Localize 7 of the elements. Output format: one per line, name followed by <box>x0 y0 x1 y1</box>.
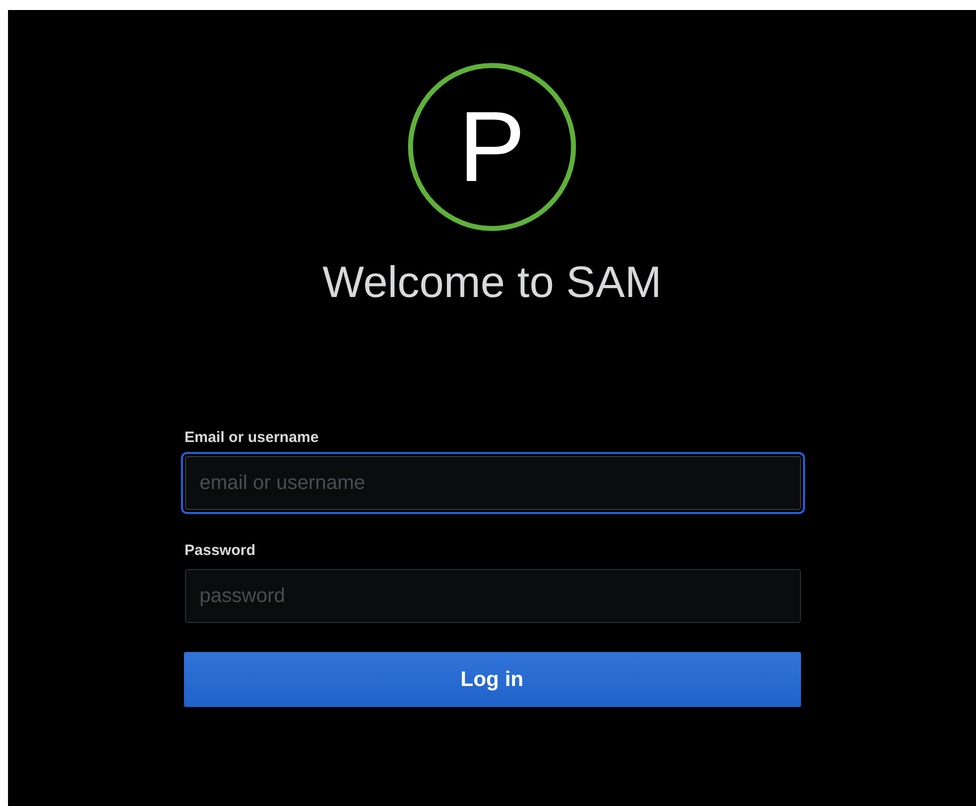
welcome-title: Welcome to SAM <box>322 257 662 309</box>
field-label: Email or username <box>184 429 319 447</box>
input-field[interactable]: email or username <box>184 456 800 510</box>
input-field[interactable]: password <box>184 569 800 623</box>
field-label: Password <box>184 542 256 560</box>
logo-icon: P <box>408 63 576 231</box>
login-button[interactable]: Log in <box>184 652 800 707</box>
